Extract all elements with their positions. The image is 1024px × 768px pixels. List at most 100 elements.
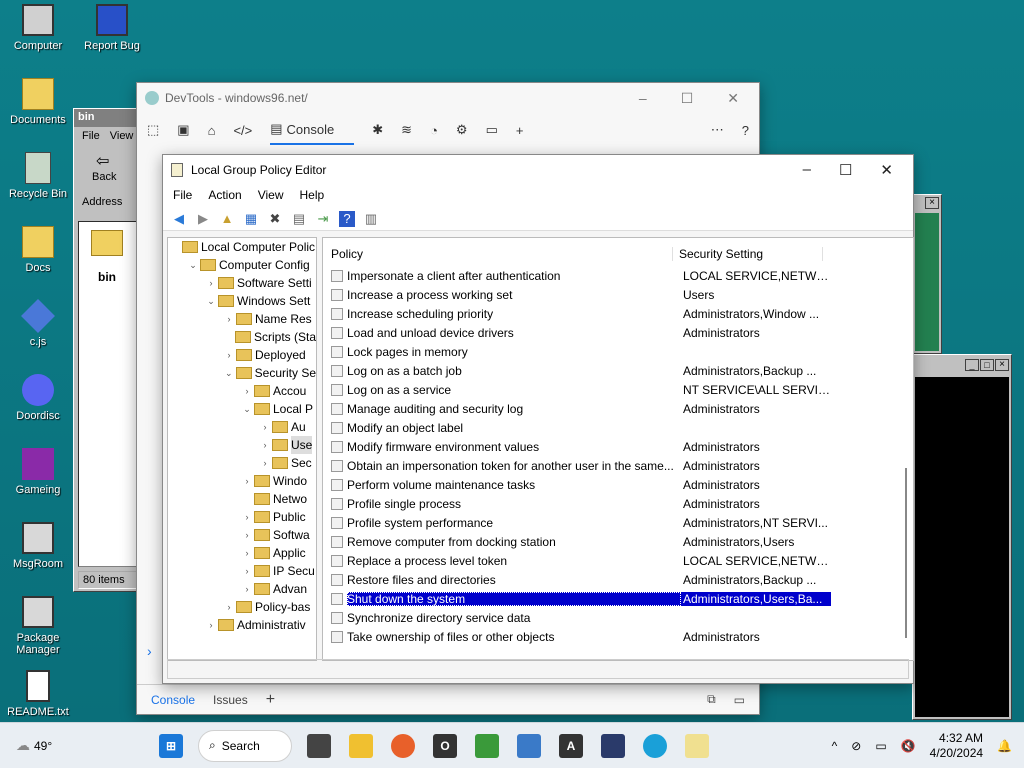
table-row[interactable]: Perform volume maintenance tasks Administ… xyxy=(323,475,913,494)
minimize-icon[interactable]: _ xyxy=(965,359,979,371)
chevron-right-icon[interactable]: › xyxy=(240,580,254,598)
application-icon[interactable]: ▭ xyxy=(486,122,498,138)
delete-icon[interactable]: ✖ xyxy=(267,211,283,227)
menu-file[interactable]: File xyxy=(82,130,100,144)
desktop-icon-report-bug[interactable]: Report Bug xyxy=(74,4,150,52)
more-options-icon[interactable]: ⋯ xyxy=(711,122,724,138)
text-editor-icon[interactable]: A xyxy=(559,733,583,758)
tree-node[interactable]: › Deployed xyxy=(168,346,316,364)
settings-gear-icon[interactable]: ⚙ xyxy=(456,122,468,138)
desktop-icon-msgroom[interactable]: MsgRoom xyxy=(0,522,76,570)
drawer-tab-console[interactable]: Console xyxy=(151,693,195,707)
desktop-icon-doordisc[interactable]: Doordisc xyxy=(0,374,76,422)
sidebar-toggle-icon[interactable]: › xyxy=(147,643,152,659)
tree-node[interactable]: Scripts (Sta xyxy=(168,328,316,346)
chevron-right-icon[interactable]: › xyxy=(258,454,272,472)
table-row[interactable]: Profile single process Administrators xyxy=(323,494,913,513)
table-row[interactable]: Obtain an impersonation token for anothe… xyxy=(323,456,913,475)
drawer-tab-issues[interactable]: Issues xyxy=(213,693,248,707)
tree-node[interactable]: › Windo xyxy=(168,472,316,490)
chevron-right-icon[interactable]: › xyxy=(240,508,254,526)
menu-view[interactable]: View xyxy=(258,188,284,204)
help-icon[interactable]: ? xyxy=(742,123,749,138)
maximize-button[interactable]: ☐ xyxy=(839,161,852,179)
tree-node[interactable]: › Administrativ xyxy=(168,616,316,634)
chevron-down-icon[interactable]: ⌄ xyxy=(240,400,254,418)
remote-desktop-icon[interactable] xyxy=(517,733,541,758)
desktop-icon-computer[interactable]: Computer xyxy=(0,4,76,52)
menu-file[interactable]: File xyxy=(173,188,192,204)
add-tool-icon[interactable]: + xyxy=(516,123,524,138)
tree-node[interactable]: › Softwa xyxy=(168,526,316,544)
network-icon[interactable]: ≋ xyxy=(401,122,412,138)
chevron-down-icon[interactable]: ⌄ xyxy=(222,364,236,382)
minimize-button[interactable]: – xyxy=(803,161,811,179)
device-icon[interactable]: ▭ xyxy=(875,739,886,753)
table-row[interactable]: Remove computer from docking station Admi… xyxy=(323,532,913,551)
chevron-right-icon[interactable]: › xyxy=(258,418,272,436)
tree-node[interactable]: › Sec xyxy=(168,454,316,472)
table-row[interactable]: Restore files and directories Administrat… xyxy=(323,570,913,589)
device-toggle-icon[interactable]: ▣ xyxy=(177,122,189,138)
desktop-icon-recycle-bin[interactable]: Recycle Bin xyxy=(0,152,76,200)
desktop-icon-gameing[interactable]: Gameing xyxy=(0,448,76,496)
chevron-down-icon[interactable]: ⌄ xyxy=(186,256,200,274)
bin-folder-item[interactable]: bin xyxy=(91,230,123,284)
tree-node[interactable]: ⌄ Computer Config xyxy=(168,256,316,274)
table-row[interactable]: Profile system performance Administrators… xyxy=(323,513,913,532)
performance-icon[interactable]: ◔ xyxy=(430,123,438,138)
home-icon[interactable]: ⌂ xyxy=(208,123,216,138)
notepad-icon[interactable] xyxy=(685,733,709,758)
close-icon[interactable]: × xyxy=(995,359,1009,371)
tree-node[interactable]: Netwo xyxy=(168,490,316,508)
table-row[interactable]: Load and unload device drivers Administra… xyxy=(323,323,913,342)
firefox-icon[interactable] xyxy=(391,733,415,758)
menu-view[interactable]: View xyxy=(110,130,134,144)
chevron-right-icon[interactable]: › xyxy=(258,436,272,454)
show-hide-tree-icon[interactable]: ▦ xyxy=(243,211,259,227)
gpedit-title-bar[interactable]: Local Group Policy Editor – ☐ ✕ xyxy=(163,155,913,185)
close-button[interactable]: ✕ xyxy=(727,90,739,107)
help-icon[interactable]: ? xyxy=(339,210,355,227)
chevron-right-icon[interactable]: › xyxy=(240,562,254,580)
spreadsheet-icon[interactable] xyxy=(475,733,499,758)
forward-arrow-icon[interactable]: ▶ xyxy=(195,211,211,227)
chevron-right-icon[interactable]: › xyxy=(240,472,254,490)
tree-node[interactable]: ⌄ Security Se xyxy=(168,364,316,382)
close-drawer-icon[interactable]: ▭ xyxy=(734,693,745,707)
start-button[interactable]: ⊞ xyxy=(159,733,183,758)
table-row[interactable]: Lock pages in memory xyxy=(323,342,913,361)
desktop-icon-cjs[interactable]: c.js xyxy=(0,299,76,348)
column-header-policy[interactable]: Policy xyxy=(323,247,673,261)
chevron-right-icon[interactable]: › xyxy=(204,274,218,292)
chevron-right-icon[interactable]: › xyxy=(222,598,236,616)
bug-icon[interactable]: ✱ xyxy=(372,122,383,138)
view-details-icon[interactable]: ▥ xyxy=(363,211,379,227)
tree-node[interactable]: › Applic xyxy=(168,544,316,562)
chevron-right-icon[interactable]: › xyxy=(222,310,236,328)
notification-bell-icon[interactable]: 🔔 xyxy=(997,739,1012,753)
tree-node[interactable]: › Accou xyxy=(168,382,316,400)
properties-icon[interactable]: ▤ xyxy=(291,211,307,227)
tree-node[interactable]: ⌄ Windows Sett xyxy=(168,292,316,310)
column-header-security-setting[interactable]: Security Setting xyxy=(673,247,823,261)
desktop-icon-documents[interactable]: Documents xyxy=(0,78,76,126)
close-button[interactable]: ✕ xyxy=(880,161,893,179)
tree-node[interactable]: › Use xyxy=(168,436,316,454)
tree-node[interactable]: › IP Secu xyxy=(168,562,316,580)
table-row[interactable]: Impersonate a client after authenticatio… xyxy=(323,266,913,285)
tree-node[interactable]: › Software Setti xyxy=(168,274,316,292)
up-folder-icon[interactable]: ▲ xyxy=(219,211,235,227)
chevron-right-icon[interactable]: › xyxy=(240,382,254,400)
tree-node[interactable]: ⌄ Local P xyxy=(168,400,316,418)
table-row[interactable]: Modify firmware environment values Admini… xyxy=(323,437,913,456)
table-row[interactable]: Synchronize directory service data xyxy=(323,608,913,627)
tree-node[interactable]: › Public xyxy=(168,508,316,526)
tree-node[interactable]: › Name Res xyxy=(168,310,316,328)
maximize-icon[interactable]: □ xyxy=(980,359,994,371)
table-row[interactable]: Shut down the system Administrators,Users… xyxy=(323,589,913,608)
tree-node[interactable]: › Policy-bas xyxy=(168,598,316,616)
table-row[interactable]: Manage auditing and security log Administ… xyxy=(323,399,913,418)
export-list-icon[interactable]: ⇥ xyxy=(315,211,331,227)
network-off-icon[interactable]: ⊘ xyxy=(851,739,861,753)
